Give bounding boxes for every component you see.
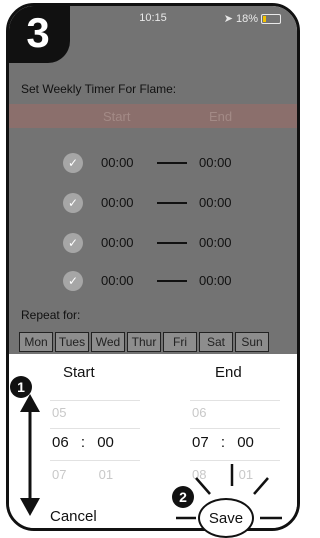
scroll-arrow-icon	[20, 394, 40, 516]
step-marker-2: 2	[172, 486, 194, 508]
annotation-overlay	[20, 394, 282, 520]
step-marker-1: 1	[10, 376, 32, 398]
save-button[interactable]: Save	[198, 498, 254, 538]
